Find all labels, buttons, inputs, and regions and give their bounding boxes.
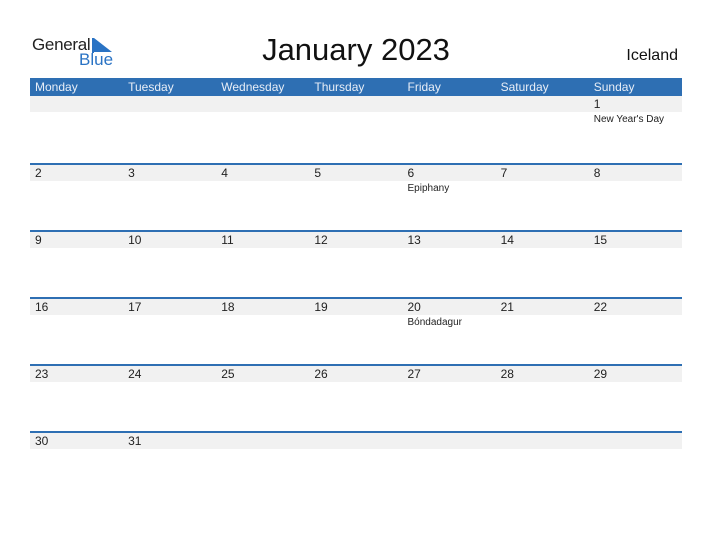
- day-cell: 10: [123, 232, 216, 297]
- weekday-label: Wednesday: [221, 80, 285, 94]
- day-cell: [216, 433, 309, 498]
- day-number: 9: [35, 233, 42, 247]
- day-number: 6: [407, 166, 415, 180]
- weekday-label: Monday: [35, 80, 78, 94]
- day-cell: 22: [589, 299, 682, 364]
- day-number: 2: [35, 166, 42, 180]
- weeks-container: 1 New Year's Day 2 3 4 5 6 Epiphany 7 8 9 10 11 12 13 1…: [30, 96, 682, 498]
- day-number: 18: [221, 300, 235, 314]
- day-cell: 17: [123, 299, 216, 364]
- day-cell: 28: [496, 366, 589, 431]
- day-cell: 13: [403, 232, 496, 297]
- day-number: 30: [35, 434, 49, 448]
- weekday-label: Friday: [407, 80, 441, 94]
- day-number: 4: [221, 166, 228, 180]
- day-number: 8: [593, 166, 601, 180]
- day-cell: 7: [496, 165, 589, 230]
- day-number: 1: [593, 97, 601, 111]
- weekday-label: Saturday: [500, 80, 549, 94]
- day-cell: 5: [309, 165, 402, 230]
- day-cell: 3: [123, 165, 216, 230]
- weekday-label: Tuesday: [128, 80, 174, 94]
- day-number: 5: [314, 166, 322, 180]
- day-cell: 24: [123, 366, 216, 431]
- week-row: 16 17 18 19 20 Bóndadagur 21 22: [30, 297, 682, 364]
- country-label: Iceland: [626, 47, 678, 64]
- day-cell: 27: [403, 366, 496, 431]
- day-cell: [30, 96, 123, 163]
- day-number: 19: [314, 300, 328, 314]
- day-number: 29: [593, 367, 608, 381]
- holiday-label: Bóndadagur: [407, 317, 463, 328]
- day-cell: 16: [30, 299, 123, 364]
- day-number: 14: [500, 233, 514, 247]
- day-cell: [589, 433, 682, 498]
- week-row: 9 10 11 12 13 14 15: [30, 230, 682, 297]
- weekday-label: Thursday: [314, 80, 365, 94]
- day-cell: 8: [589, 165, 682, 230]
- day-cell: [403, 96, 496, 163]
- day-number: 28: [500, 367, 514, 381]
- day-number: 13: [407, 233, 421, 247]
- week-row: 1 New Year's Day: [30, 96, 682, 163]
- day-cell: 14: [496, 232, 589, 297]
- day-number: 7: [500, 166, 508, 180]
- day-number: 15: [593, 233, 608, 247]
- day-cell: 4: [216, 165, 309, 230]
- day-cell: 31: [123, 433, 216, 498]
- holiday-label: New Year's Day: [593, 114, 665, 125]
- day-cell: [496, 96, 589, 163]
- day-cell: 29: [589, 366, 682, 431]
- day-cell: 25: [216, 366, 309, 431]
- day-number: 22: [593, 300, 608, 314]
- day-cell: 30: [30, 433, 123, 498]
- day-cell: 19: [309, 299, 402, 364]
- week-row: 2 3 4 5 6 Epiphany 7 8: [30, 163, 682, 230]
- day-number: 20: [407, 300, 421, 314]
- day-cell: 23: [30, 366, 123, 431]
- day-number: 25: [221, 367, 235, 381]
- day-number: 26: [314, 367, 328, 381]
- day-number: 17: [128, 300, 142, 314]
- day-number: 12: [314, 233, 328, 247]
- week-row: 23 24 25 26 27 28 29: [30, 364, 682, 431]
- day-cell: 20 Bóndadagur: [403, 299, 496, 364]
- day-cell: 2: [30, 165, 123, 230]
- day-cell: [309, 433, 402, 498]
- day-cell: 18: [216, 299, 309, 364]
- day-number: 10: [128, 233, 142, 247]
- holiday-label: Epiphany: [407, 183, 450, 194]
- day-number: 3: [128, 166, 135, 180]
- day-cell: 9: [30, 232, 123, 297]
- day-cell: 11: [216, 232, 309, 297]
- day-number: 11: [221, 233, 234, 247]
- day-cell: 21: [496, 299, 589, 364]
- weekday-label: Sunday: [593, 80, 635, 94]
- day-cell: 6 Epiphany: [403, 165, 496, 230]
- day-number: 24: [128, 367, 142, 381]
- day-number: 21: [500, 300, 514, 314]
- day-cell: 15: [589, 232, 682, 297]
- day-number: 16: [35, 300, 49, 314]
- day-cell: [403, 433, 496, 498]
- day-number: 23: [35, 367, 49, 381]
- day-cell: 26: [309, 366, 402, 431]
- calendar-grid: Monday Tuesday Wednesday Thursday Friday…: [30, 78, 682, 498]
- weekday-header: Monday Tuesday Wednesday Thursday Friday…: [30, 78, 682, 96]
- day-cell: [216, 96, 309, 163]
- day-number: 31: [128, 434, 142, 448]
- day-cell: [309, 96, 402, 163]
- day-cell: 12: [309, 232, 402, 297]
- day-number: 27: [407, 367, 421, 381]
- day-cell: [496, 433, 589, 498]
- page-title: January 2023: [262, 32, 450, 67]
- day-cell: 1 New Year's Day: [589, 96, 682, 163]
- week-row: 30 31: [30, 431, 682, 498]
- day-cell: [123, 96, 216, 163]
